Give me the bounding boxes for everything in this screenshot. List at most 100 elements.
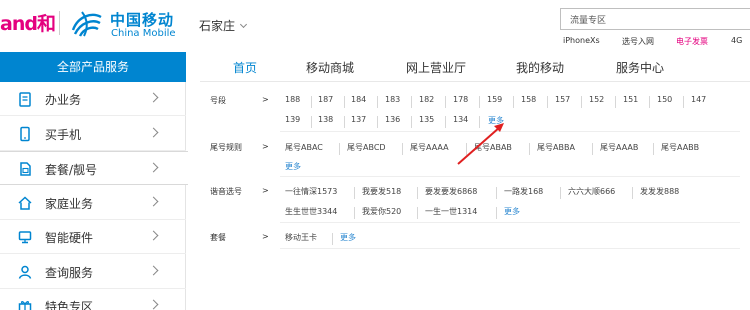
- option-divider: [332, 233, 333, 245]
- filter-label: 套餐: [210, 233, 226, 242]
- more-link[interactable]: 更多: [340, 232, 356, 243]
- filter-option[interactable]: 187: [318, 95, 333, 104]
- filter-arrow: >: [262, 232, 269, 241]
- option-divider: [479, 96, 480, 108]
- filter-option[interactable]: 139: [285, 115, 300, 124]
- filter-option[interactable]: 150: [657, 95, 672, 104]
- filter-label: 谐音选号: [210, 187, 242, 196]
- filter-option[interactable]: 183: [385, 95, 400, 104]
- option-divider: [311, 96, 312, 108]
- option-divider: [496, 207, 497, 219]
- header: and和 中国移动 China Mobile 石家庄 流量专区 iPhoneXs…: [0, 0, 750, 50]
- option-divider: [402, 143, 403, 155]
- user-icon: [18, 265, 32, 279]
- filter-option[interactable]: 生生世世3344: [285, 206, 337, 217]
- option-divider: [344, 96, 345, 108]
- hot-link[interactable]: 4G: [731, 36, 742, 45]
- sidebar-item-label: 套餐/靓号: [45, 163, 98, 177]
- filter-option[interactable]: 我爱你520: [362, 206, 401, 217]
- china-mobile-logo-icon[interactable]: [70, 8, 104, 38]
- row-divider: [280, 176, 740, 177]
- more-link[interactable]: 更多: [504, 206, 520, 217]
- sidebar-item[interactable]: 家庭业务: [0, 186, 186, 220]
- chevron-right-icon: [148, 196, 159, 206]
- filter-option[interactable]: 尾号AAAB: [600, 142, 638, 153]
- filter-option[interactable]: 178: [453, 95, 468, 104]
- filter-option[interactable]: 尾号AABB: [661, 142, 699, 153]
- filter-option[interactable]: 135: [419, 115, 434, 124]
- option-divider: [311, 116, 312, 128]
- phone-icon: [20, 126, 30, 141]
- nav-tab[interactable]: 移动商城: [306, 59, 354, 76]
- filter-arrow: >: [262, 186, 269, 195]
- lightbulb-icon: [18, 231, 32, 244]
- option-divider: [632, 187, 633, 199]
- filter-option[interactable]: 137: [351, 115, 366, 124]
- sidebar-item[interactable]: 查询服务: [0, 255, 186, 289]
- sidebar-item[interactable]: 智能硬件: [0, 220, 186, 254]
- filter-option[interactable]: 184: [351, 95, 366, 104]
- option-divider: [547, 96, 548, 108]
- filter-option[interactable]: 发发发888: [640, 186, 679, 197]
- option-divider: [683, 96, 684, 108]
- sidebar-item[interactable]: 办业务: [0, 82, 186, 116]
- and-brand-logo[interactable]: and和: [0, 9, 56, 36]
- option-divider: [649, 96, 650, 108]
- filter-arrow: >: [262, 142, 269, 151]
- filter-option[interactable]: 138: [318, 115, 333, 124]
- filter-option[interactable]: 六六大顺666: [568, 186, 615, 197]
- filter-option[interactable]: 尾号ABCD: [347, 142, 386, 153]
- filter-option[interactable]: 移动王卡: [285, 232, 317, 243]
- filter-option[interactable]: 151: [623, 95, 638, 104]
- filter-option[interactable]: 我要发518: [362, 186, 401, 197]
- filter-option[interactable]: 136: [385, 115, 400, 124]
- nav-tab[interactable]: 服务中心: [616, 59, 664, 76]
- option-divider: [411, 116, 412, 128]
- row-divider: [280, 222, 740, 223]
- filter-option[interactable]: 159: [487, 95, 502, 104]
- filter-option[interactable]: 尾号ABAC: [285, 142, 323, 153]
- filter-option[interactable]: 一路发168: [504, 186, 543, 197]
- filter-option[interactable]: 182: [419, 95, 434, 104]
- filter-option[interactable]: 188: [285, 95, 300, 104]
- filter-option[interactable]: 147: [691, 95, 706, 104]
- option-divider: [354, 187, 355, 199]
- search-input[interactable]: 流量专区: [560, 8, 750, 30]
- gift-icon: [18, 301, 32, 310]
- sidebar-item[interactable]: 特色专区: [0, 289, 186, 310]
- filter-option[interactable]: 一往情深1573: [285, 186, 337, 197]
- row-divider: [280, 248, 740, 249]
- option-divider: [653, 143, 654, 155]
- sidebar-item[interactable]: 套餐/靓号: [0, 151, 188, 185]
- option-divider: [513, 96, 514, 108]
- option-divider: [581, 96, 582, 108]
- sidebar-item[interactable]: 买手机: [0, 117, 186, 151]
- filter-option[interactable]: 一生一世1314: [425, 206, 477, 217]
- option-divider: [417, 187, 418, 199]
- option-divider: [339, 143, 340, 155]
- nav-tab[interactable]: 我的移动: [516, 59, 564, 76]
- hot-link[interactable]: iPhoneXs: [563, 36, 600, 45]
- nav-tab[interactable]: 网上营业厅: [406, 59, 466, 76]
- logo-subtitle: China Mobile: [111, 28, 176, 39]
- chevron-right-icon: [148, 265, 159, 275]
- option-divider: [496, 187, 497, 199]
- hot-link[interactable]: 电子发票: [676, 36, 708, 47]
- filter-option[interactable]: 要发要发6868: [425, 186, 477, 197]
- option-divider: [529, 143, 530, 155]
- filter-option[interactable]: 157: [555, 95, 570, 104]
- filter-option[interactable]: 尾号AAAA: [410, 142, 449, 153]
- city-selector[interactable]: 石家庄: [199, 17, 248, 34]
- filter-label: 尾号规则: [210, 143, 242, 152]
- chevron-right-icon: [148, 127, 159, 137]
- option-divider: [445, 116, 446, 128]
- more-link[interactable]: 更多: [285, 161, 301, 172]
- filter-label: 号段: [210, 96, 226, 105]
- filter-option[interactable]: 158: [521, 95, 536, 104]
- all-products-title[interactable]: 全部产品服务: [0, 52, 186, 82]
- hot-link[interactable]: 选号入网: [622, 36, 654, 47]
- filter-option[interactable]: 152: [589, 95, 604, 104]
- nav-tab[interactable]: 首页: [233, 59, 257, 76]
- filter-option[interactable]: 尾号ABBA: [537, 142, 575, 153]
- sidebar-item-label: 家庭业务: [45, 196, 94, 211]
